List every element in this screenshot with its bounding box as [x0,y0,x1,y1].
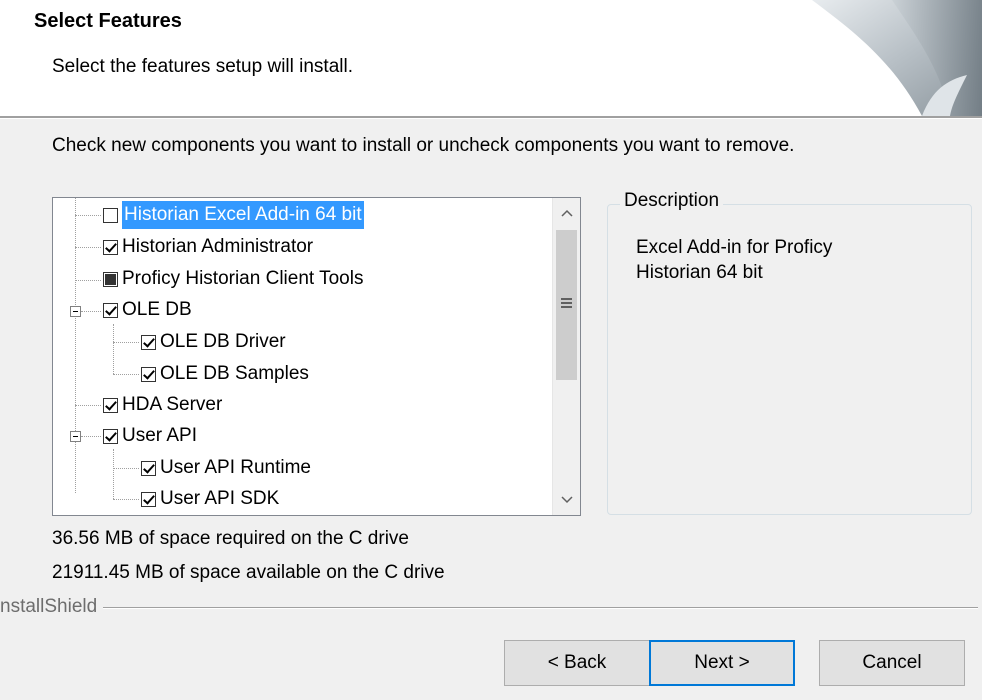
description-text: Excel Add-in for Proficy Historian 64 bi… [636,235,956,285]
description-line: Excel Add-in for Proficy [636,237,833,258]
tree-item-label: OLE DB Samples [160,363,309,384]
tree-item-historian-excel-add-in[interactable]: Historian Excel Add-in 64 bit [103,201,364,229]
checkbox-icon[interactable] [103,239,118,255]
space-required-text: 36.56 MB of space required on the C driv… [52,528,409,549]
tree-connector [113,374,139,375]
collapse-toggle-user-api[interactable] [70,431,81,442]
tree-item-label: OLE DB Driver [160,331,286,352]
tree-connector [81,311,101,312]
tree-item-user-api-sdk[interactable]: User API SDK [141,485,279,513]
description-legend: Description [620,190,724,212]
tree-item-ole-db-driver[interactable]: OLE DB Driver [141,328,286,356]
tree-item-historian-administrator[interactable]: Historian Administrator [103,233,313,261]
tree-connector [113,342,139,343]
tree-scrollbar[interactable] [552,198,580,515]
tree-item-label: OLE DB [122,299,192,320]
checkbox-icon[interactable] [141,491,156,507]
scroll-up-icon[interactable] [553,200,580,226]
back-button[interactable]: < Back [504,640,650,686]
installshield-label: nstallShield [0,596,104,618]
scrollbar-thumb[interactable] [556,230,577,380]
tree-connector [75,215,101,216]
tree-connector [75,247,101,248]
tree-item-ole-db-samples[interactable]: OLE DB Samples [141,360,309,388]
checkbox-icon[interactable] [103,428,118,444]
checkbox-icon[interactable] [103,397,118,413]
checkbox-icon[interactable] [103,302,118,318]
tree-connector [75,405,101,406]
tree-item-label: Historian Administrator [122,236,314,257]
tree-item-user-api[interactable]: User API [103,422,197,450]
tree-item-label: HDA Server [122,394,223,415]
page-title: Select Features [34,10,182,32]
tree-item-client-tools[interactable]: Proficy Historian Client Tools [103,265,363,293]
tree-connector [75,280,101,281]
tree-item-label: User API [122,425,197,446]
checkbox-icon[interactable] [141,366,156,382]
next-button[interactable]: Next > [649,640,795,686]
tree-connector [113,324,114,374]
scroll-down-icon[interactable] [553,487,580,513]
checkbox-icon[interactable] [103,207,118,223]
tree-item-ole-db[interactable]: OLE DB [103,296,192,324]
tree-connector [113,468,139,469]
description-line: Historian 64 bit [636,262,763,283]
tree-connector [81,436,101,437]
grip-icon [561,298,572,308]
tree-item-label: User API SDK [160,488,280,509]
checkbox-icon[interactable] [141,334,156,350]
header-banner: Select Features Select the features setu… [0,0,982,116]
tree-item-label: User API Runtime [160,457,311,478]
tree-item-user-api-runtime[interactable]: User API Runtime [141,454,311,482]
tree-item-hda-server[interactable]: HDA Server [103,391,222,419]
installshield-banner-graphic [812,0,982,116]
tree-item-label: Historian Excel Add-in 64 bit [122,201,364,229]
tree-item-label: Proficy Historian Client Tools [122,268,364,289]
checkbox-icon[interactable] [141,460,156,476]
tree-connector [113,449,114,499]
header-separator [0,116,982,119]
cancel-button[interactable]: Cancel [819,640,965,686]
page-subtitle: Select the features setup will install. [52,56,353,77]
checkbox-icon[interactable] [103,271,118,287]
installshield-separator [0,607,978,609]
tree-connector [113,499,139,500]
instructions-text: Check new components you want to install… [52,135,795,156]
tree-connector [75,198,76,493]
collapse-toggle-ole-db[interactable] [70,306,81,317]
space-available-text: 21911.45 MB of space available on the C … [52,562,445,583]
feature-tree[interactable]: Historian Excel Add-in 64 bit Historian … [52,197,581,516]
